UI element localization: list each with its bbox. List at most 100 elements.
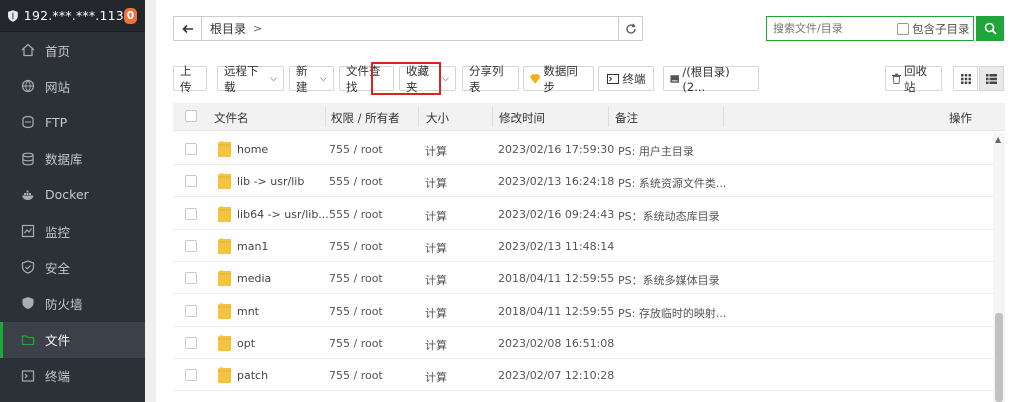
terminal-icon [21,369,35,383]
new-button[interactable]: 新建 ⌵ [289,64,334,94]
row-checkbox[interactable] [185,143,197,155]
data-sync-button[interactable]: 数据同步 [523,64,594,94]
sidebar-item-8[interactable]: 文件 [0,321,145,358]
sidebar-item-4[interactable]: Docker [0,177,145,213]
file-perm[interactable]: 755 / root [329,240,383,253]
terminal-button[interactable]: 终端 [598,66,654,91]
server-ip: 192.***.***.113 [23,8,124,23]
file-perm[interactable]: 755 / root [329,272,383,285]
file-note[interactable]: PS: 用户主目录 [618,143,694,159]
file-perm[interactable]: 755 / root [329,305,383,318]
file-mtime: 2018/04/11 12:59:55 [498,304,615,318]
file-note[interactable]: PS：系统多媒体目录 [618,272,720,288]
file-note[interactable]: PS: 存放临时的映射... [618,305,726,321]
calc-size-link[interactable]: 计算 [425,208,447,224]
sidebar-item-1[interactable]: 网站 [0,68,145,104]
calc-size-link[interactable]: 计算 [425,175,447,191]
upload-button[interactable]: 上传 [173,64,207,94]
calc-size-link[interactable]: 计算 [425,240,447,256]
chevron-down-icon: ⌵ [270,73,277,84]
include-subdir-checkbox[interactable] [897,22,909,35]
calc-size-link[interactable]: 计算 [425,305,447,321]
remote-download-button[interactable]: 远程下载 ⌵ [217,64,284,94]
table-row[interactable]: media 755 / root 计算 2018/04/11 12:59:55 PS：系… [173,262,993,295]
table-row[interactable]: lib64 -> usr/lib... 555 / root 计算 2023/02/1… [173,198,993,230]
scroll-up-icon[interactable]: ▲ [995,135,1001,144]
row-checkbox[interactable] [185,207,197,220]
table-row[interactable]: opt 755 / root 计算 2023/02/08 16:51:08 [173,327,993,359]
disk-selector-button[interactable]: /(根目录) (2... [663,65,759,94]
table-row[interactable]: man1 755 / root 计算 2023/02/13 11:48:14 [173,230,993,262]
header-size[interactable]: 大小 [426,110,449,126]
table-row[interactable]: lib -> usr/lib 555 / root 计算 2023/02/13 16:… [173,165,993,198]
grid-view-button[interactable] [953,66,978,91]
file-name[interactable]: mnt [237,305,259,318]
row-checkbox[interactable] [185,336,197,349]
folder-icon [218,367,231,384]
file-name[interactable]: patch [237,369,268,382]
file-perm[interactable]: 755 / root [329,369,383,382]
folder-icon [218,173,231,190]
table-row[interactable]: patch 755 / root 计算 2023/02/07 12:10:28 [173,359,993,392]
sidebar-item-3[interactable]: 数据库 [0,141,145,177]
scrollbar-thumb[interactable] [995,313,1003,402]
file-name[interactable]: opt [237,337,255,350]
notification-badge[interactable]: 0 [123,7,137,24]
sidebar-item-6[interactable]: 安全 [0,249,145,285]
folder-icon [218,237,231,254]
scrollbar[interactable]: ▲ [993,133,1005,402]
calc-size-link[interactable]: 计算 [425,143,447,159]
search-input[interactable] [767,22,897,35]
file-perm[interactable]: 555 / root [329,175,383,188]
row-checkbox[interactable] [185,272,197,285]
row-checkbox[interactable] [185,369,197,382]
list-view-button[interactable] [979,66,1004,91]
table-row[interactable]: home 755 / root 计算 2023/02/16 17:59:30 PS: 用… [173,133,993,165]
file-perm[interactable]: 755 / root [329,337,383,350]
diamond-icon [530,73,541,84]
file-perm[interactable]: 555 / root [329,208,383,221]
refresh-button[interactable] [618,17,642,40]
recycle-bin-button[interactable]: 回收站 [885,64,942,94]
sidebar-item-7[interactable]: 防火墙 [0,285,145,321]
share-list-button[interactable]: 分享列表 [462,64,519,94]
column-divider [608,107,609,127]
header-perm-owner[interactable]: 权限 / 所有者 [331,110,400,126]
breadcrumb-root[interactable]: 根目录 [202,20,246,37]
sidebar-item-2[interactable]: FTP [0,104,145,140]
row-checkbox[interactable] [185,175,197,188]
header-mtime[interactable]: 修改时间 [499,110,545,126]
sidebar-item-5[interactable]: 监控 [0,213,145,249]
calc-size-link[interactable]: 计算 [425,272,447,288]
file-name[interactable]: home [237,143,268,156]
folder-icon [218,141,231,157]
remote-download-label: 远程下载 [224,63,259,94]
calc-size-link[interactable]: 计算 [425,337,447,353]
file-name[interactable]: lib -> usr/lib [237,175,304,188]
table-row[interactable]: mnt 755 / root 计算 2018/04/11 12:59:55 PS: 存放… [173,295,993,327]
file-perm[interactable]: 755 / root [329,143,383,156]
row-checkbox[interactable] [185,304,197,317]
back-button[interactable] [174,17,202,40]
file-mtime: 2023/02/16 17:59:30 [498,143,615,156]
header-name[interactable]: 文件名 [214,110,249,126]
file-note[interactable]: PS：系统动态库目录 [618,208,720,224]
column-divider [492,107,493,127]
file-name[interactable]: man1 [237,240,268,253]
select-all-checkbox[interactable] [185,110,197,122]
file-name[interactable]: lib64 -> usr/lib... [237,208,329,221]
search-button[interactable] [976,16,1004,41]
arrow-left-icon [181,24,193,33]
server-header[interactable]: 192.***.***.113 0 [0,0,145,32]
file-mtime: 2023/02/13 11:48:14 [498,239,615,253]
sidebar-item-0[interactable]: 首页 [0,32,145,68]
calc-size-link[interactable]: 计算 [425,369,447,385]
sidebar-item-9[interactable]: 终端 [0,358,145,394]
file-mtime: 2023/02/16 09:24:43 [498,207,615,221]
sidebar-item-label: 数据库 [45,152,83,168]
file-mtime: 2023/02/08 16:51:08 [498,336,615,350]
file-note[interactable]: PS: 系统资源文件类... [618,175,726,191]
include-subdir-option[interactable]: 包含子目录 [897,21,970,37]
row-checkbox[interactable] [185,239,197,252]
file-name[interactable]: media [237,272,271,285]
